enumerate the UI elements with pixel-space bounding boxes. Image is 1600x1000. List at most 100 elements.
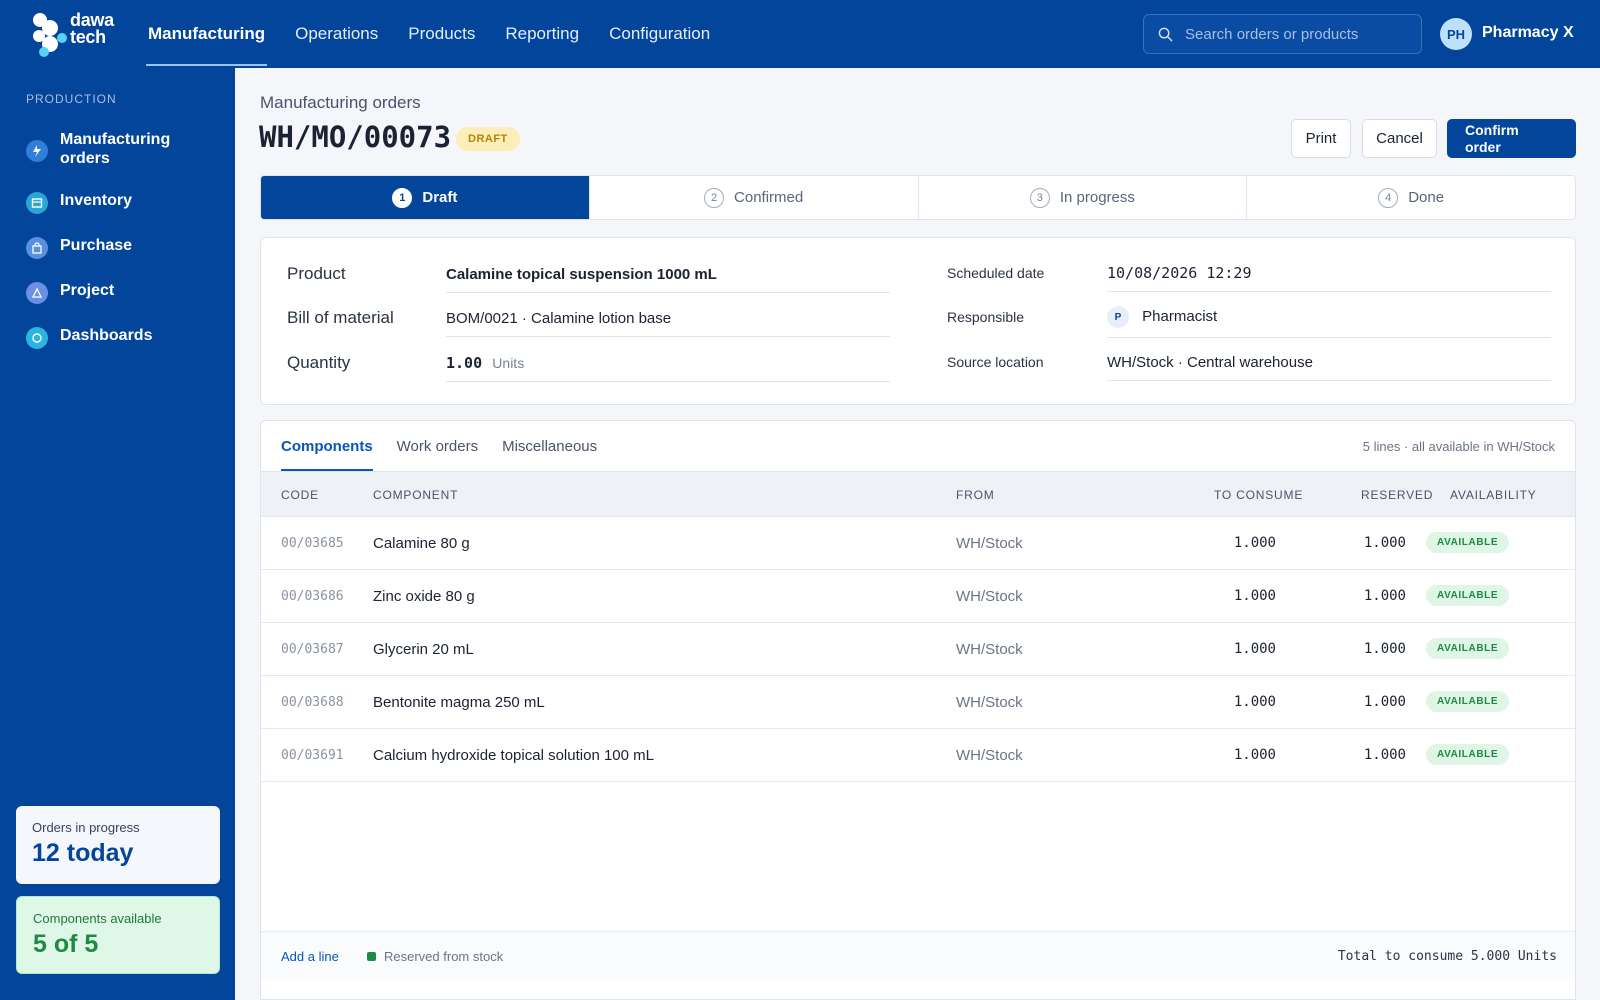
purchase-icon: [26, 237, 48, 259]
col-code[interactable]: CODE: [281, 488, 319, 502]
dawa-tech-logo[interactable]: dawa tech: [30, 8, 115, 58]
add-line-link[interactable]: Add a line: [281, 949, 339, 964]
table-row[interactable]: 00/03687 Glycerin 20 mL WH/Stock 1.000 1.000…: [261, 623, 1575, 676]
sidebar-item-label: Purchase: [60, 237, 133, 254]
nav-operations[interactable]: Operations: [295, 0, 378, 68]
status-steps: 1 Draft 2 Confirmed 3 In progress 4 Done: [260, 175, 1576, 220]
responsible-label: Responsible: [947, 309, 1025, 325]
source-location-field[interactable]: WH/Stock · Central warehouse: [1107, 354, 1551, 381]
nav-manufacturing[interactable]: Manufacturing: [145, 0, 268, 68]
breadcrumb[interactable]: Manufacturing orders: [260, 93, 421, 113]
tab-miscellaneous[interactable]: Miscellaneous: [502, 421, 597, 471]
responsible-value: Pharmacist: [1142, 307, 1218, 325]
step-in-progress[interactable]: 3 In progress: [919, 176, 1248, 219]
bom-field[interactable]: BOM/0021 · Calamine lotion base: [446, 310, 890, 337]
code-cell: 00/03687: [281, 642, 344, 657]
search-box[interactable]: [1143, 14, 1422, 54]
to-consume-cell: 1.000: [1233, 694, 1276, 710]
search-icon: [1158, 27, 1173, 41]
top-bar: dawa tech Manufacturing Operations Produ…: [0, 0, 1600, 68]
reserved-cell: 1.000: [1363, 641, 1406, 657]
tab-summary: 5 lines · all available in WH/Stock: [1362, 439, 1555, 454]
component-cell: Zinc oxide 80 g: [373, 588, 475, 605]
availability-badge: AVAILABLE: [1426, 585, 1510, 606]
table-footer: Add a line Reserved from stock Total to …: [261, 931, 1575, 981]
code-cell: 00/03691: [281, 748, 344, 763]
scheduled-date-field[interactable]: 10/08/2026 12:29: [1107, 264, 1551, 292]
code-cell: 00/03685: [281, 536, 344, 551]
step-label: Done: [1408, 189, 1445, 206]
search-input[interactable]: [1185, 25, 1405, 43]
to-consume-cell: 1.000: [1233, 588, 1276, 604]
step-done[interactable]: 4 Done: [1247, 176, 1575, 219]
quantity-value: 1.00: [446, 354, 483, 372]
orders-in-progress-card: Orders in progress 12 today: [16, 806, 220, 884]
nav-configuration[interactable]: Configuration: [609, 0, 710, 68]
code-cell: 00/03686: [281, 589, 344, 604]
col-from[interactable]: FROM: [956, 488, 995, 502]
from-cell: WH/Stock: [956, 641, 1023, 658]
reserved-cell: 1.000: [1363, 694, 1406, 710]
component-cell: Calamine 80 g: [373, 535, 470, 552]
cancel-button[interactable]: Cancel: [1362, 119, 1437, 158]
col-component[interactable]: COMPONENT: [373, 488, 458, 502]
component-cell: Bentonite magma 250 mL: [373, 694, 545, 711]
quantity-unit: Units: [492, 355, 525, 371]
user-avatar[interactable]: PH: [1440, 18, 1472, 50]
availability-badge: AVAILABLE: [1426, 638, 1510, 659]
step-label: Confirmed: [734, 189, 804, 206]
sidebar-item-manufacturing-orders[interactable]: Manufacturing orders: [26, 130, 190, 168]
col-reserved[interactable]: RESERVED: [1361, 488, 1433, 502]
nav-products[interactable]: Products: [408, 0, 475, 68]
from-cell: WH/Stock: [956, 694, 1023, 711]
table-row[interactable]: 00/03688 Bentonite magma 250 mL WH/Stock 1.…: [261, 676, 1575, 729]
sidebar-item-label: Manufacturing orders: [60, 131, 171, 167]
components-available-card: Components available 5 of 5: [16, 896, 220, 974]
product-label: Product: [287, 264, 346, 283]
nav-reporting[interactable]: Reporting: [505, 0, 579, 68]
step-confirmed[interactable]: 2 Confirmed: [590, 176, 919, 219]
table-row[interactable]: 00/03686 Zinc oxide 80 g WH/Stock 1.000 1.00…: [261, 570, 1575, 623]
legend: Reserved from stock: [367, 949, 503, 964]
logo-mark-icon: [33, 13, 67, 57]
source-location-label: Source location: [947, 354, 1044, 370]
reserved-legend-swatch: [367, 952, 376, 961]
step-number: 4: [1378, 187, 1399, 208]
confirm-order-button[interactable]: Confirm order: [1447, 119, 1576, 158]
tab-work-orders[interactable]: Work orders: [397, 421, 478, 471]
from-cell: WH/Stock: [956, 535, 1023, 552]
print-button[interactable]: Print: [1291, 119, 1351, 158]
product-field[interactable]: Calamine topical suspension 1000 mL: [446, 266, 890, 293]
confirm-order-label: Confirm order: [1465, 121, 1519, 155]
quantity-field[interactable]: 1.00 Units: [446, 354, 890, 382]
col-to-consume[interactable]: TO CONSUME: [1214, 488, 1303, 502]
col-availability[interactable]: AVAILABILITY: [1450, 488, 1537, 502]
tab-components[interactable]: Components: [281, 421, 373, 471]
table-row[interactable]: 00/03685 Calamine 80 g WH/Stock 1.000 1.000 A…: [261, 517, 1575, 570]
sidebar-item-dashboards[interactable]: Dashboards: [26, 327, 152, 349]
from-cell: WH/Stock: [956, 588, 1023, 605]
order-form: Product Calamine topical suspension 1000…: [260, 237, 1576, 405]
manufacturing-icon: [26, 140, 48, 162]
availability-badge: AVAILABLE: [1426, 532, 1510, 553]
sidebar-item-inventory[interactable]: Inventory: [26, 192, 132, 214]
bom-label: Bill of material: [287, 308, 394, 327]
availability-badge: AVAILABLE: [1426, 691, 1510, 712]
stat-label: Components available: [33, 911, 162, 926]
step-number: 3: [1029, 187, 1050, 208]
table-row[interactable]: 00/03691 Calcium hydroxide topical soluti…: [261, 729, 1575, 782]
reserved-cell: 1.000: [1363, 588, 1406, 604]
responsible-field[interactable]: P Pharmacist: [1107, 306, 1551, 338]
sidebar-item-project[interactable]: Project: [26, 282, 114, 304]
stat-value: 12 today: [32, 839, 134, 867]
step-label: In progress: [1059, 189, 1135, 206]
page-title: WH/MO/00073: [259, 120, 452, 154]
main-nav: Manufacturing Operations Products Report…: [145, 0, 740, 68]
logo-text: dawa tech: [70, 11, 114, 46]
step-number: 2: [704, 187, 725, 208]
step-draft[interactable]: 1 Draft: [261, 176, 590, 219]
user-name[interactable]: Pharmacy X: [1482, 24, 1574, 42]
availability-badge: AVAILABLE: [1426, 744, 1510, 765]
sidebar-item-purchase[interactable]: Purchase: [26, 237, 132, 259]
dashboards-icon: [26, 327, 48, 349]
